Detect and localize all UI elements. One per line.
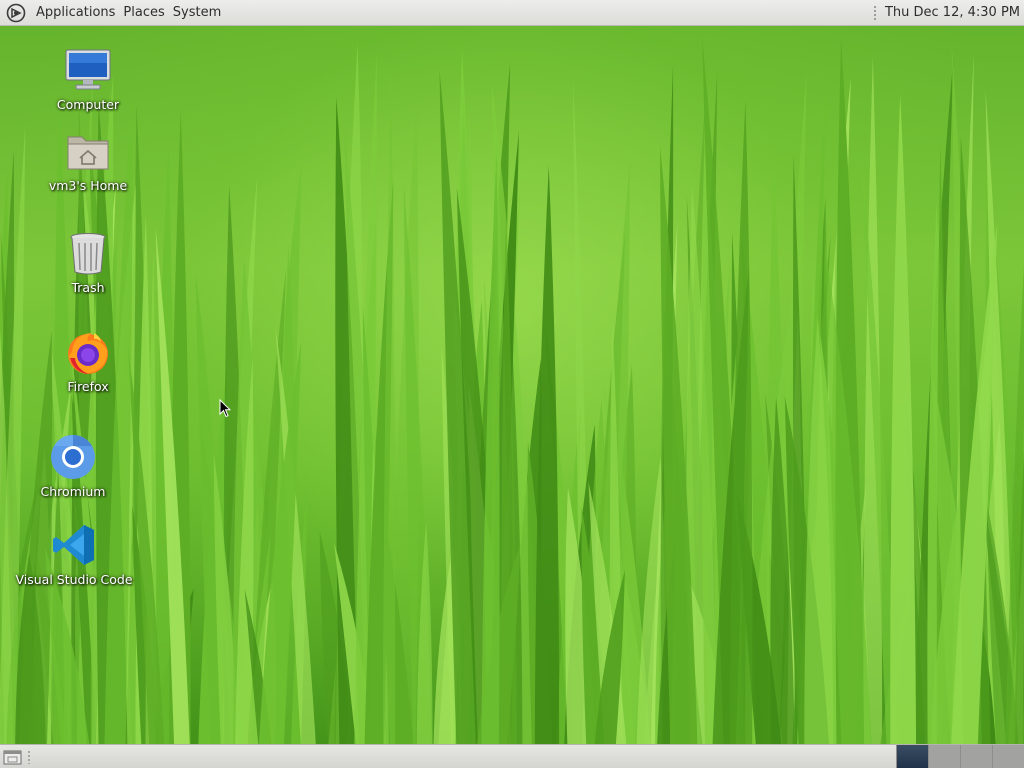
desktop-icon-label: Chromium bbox=[40, 484, 106, 499]
workspace-3[interactable] bbox=[960, 745, 992, 768]
mouse-pointer-icon bbox=[219, 399, 231, 418]
desktop-icon-vscode[interactable]: Visual Studio Code bbox=[15, 521, 133, 587]
panel-drag-handle[interactable] bbox=[27, 750, 31, 764]
desktop-icon-computer[interactable]: Computer bbox=[33, 46, 143, 112]
bottom-panel bbox=[0, 744, 1024, 768]
vscode-icon bbox=[50, 521, 98, 569]
panel-drag-handle[interactable] bbox=[872, 4, 877, 21]
home-folder-icon bbox=[64, 127, 112, 175]
desktop-icon-home[interactable]: vm3's Home bbox=[33, 127, 143, 193]
grass-blade bbox=[890, 94, 917, 768]
workspace-2[interactable] bbox=[928, 745, 960, 768]
workspace-1[interactable] bbox=[896, 745, 928, 768]
grass-blade bbox=[534, 165, 560, 768]
desktop-icon-trash[interactable]: Trash bbox=[33, 229, 143, 295]
desktop-wallpaper bbox=[0, 0, 1024, 768]
top-panel: Applications Places System Thu Dec 12, 4… bbox=[0, 0, 1024, 26]
desktop-icon-label: Firefox bbox=[67, 379, 109, 394]
desktop-icon-label: vm3's Home bbox=[48, 178, 128, 193]
workspace-switcher bbox=[896, 745, 1024, 768]
applications-menu[interactable]: Applications bbox=[32, 0, 119, 26]
clock[interactable]: Thu Dec 12, 4:30 PM bbox=[885, 5, 1020, 20]
desktop-icon-chromium[interactable]: Chromium bbox=[18, 433, 128, 499]
chromium-icon bbox=[49, 433, 97, 481]
desktop-icon-label: Visual Studio Code bbox=[15, 572, 133, 587]
desktop-icon-label: Computer bbox=[56, 97, 120, 112]
distro-logo-icon[interactable] bbox=[6, 3, 26, 23]
workspace-4[interactable] bbox=[992, 745, 1024, 768]
desktop-icon-label: Trash bbox=[71, 280, 105, 295]
desktop-icon-firefox[interactable]: Firefox bbox=[33, 328, 143, 394]
grass-wallpaper-image bbox=[0, 37, 1024, 768]
places-menu[interactable]: Places bbox=[119, 0, 168, 26]
computer-icon bbox=[64, 46, 112, 94]
show-desktop-icon[interactable] bbox=[2, 748, 24, 766]
firefox-icon bbox=[64, 328, 112, 376]
system-menu[interactable]: System bbox=[169, 0, 225, 26]
trash-icon bbox=[64, 229, 112, 277]
